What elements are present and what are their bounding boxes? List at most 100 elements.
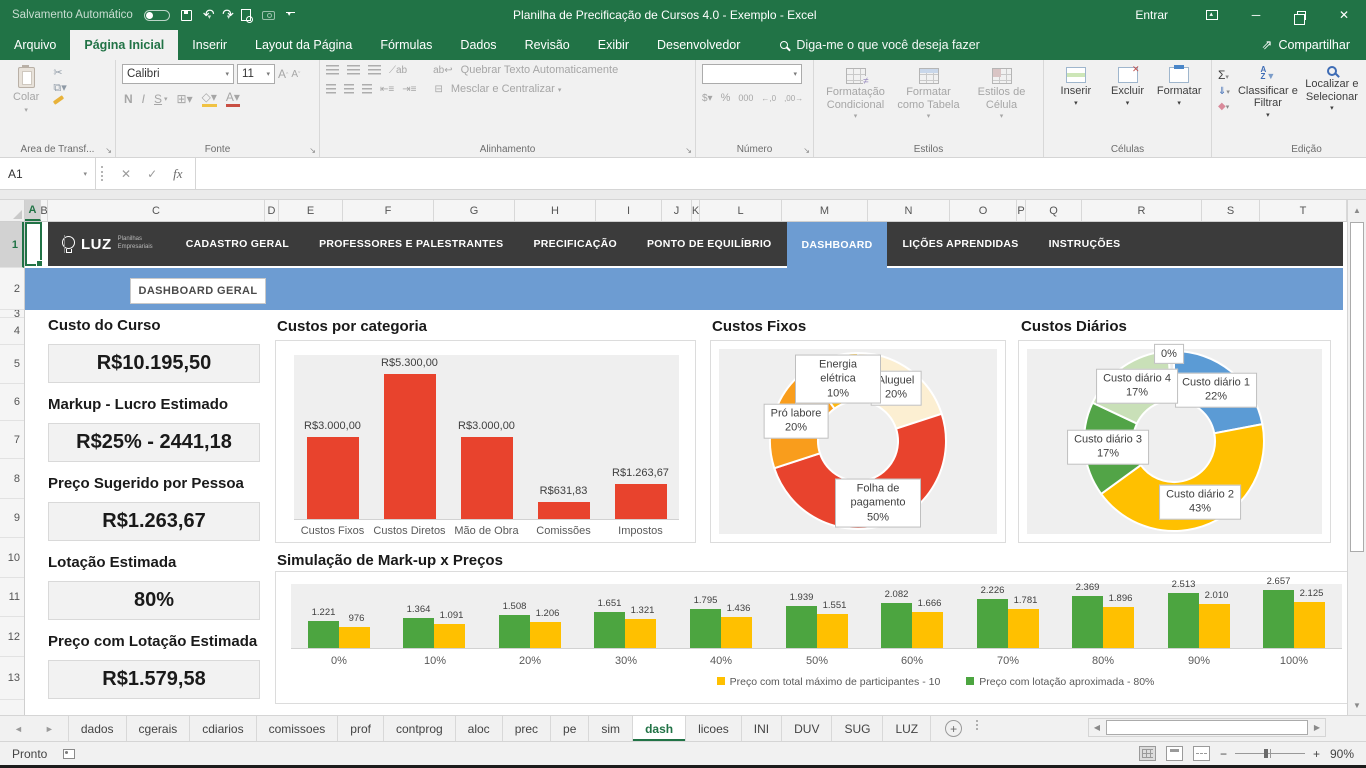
nav-item-ponto-de-equilibrio[interactable]: PONTO DE EQUILÍBRIO bbox=[632, 222, 787, 266]
underline-button[interactable]: S bbox=[154, 92, 162, 106]
bar-chart-custos-categoria[interactable]: R$3.000,00Custos FixosR$5.300,00Custos D… bbox=[275, 340, 696, 543]
wrap-text-button[interactable]: Quebrar Texto Automaticamente bbox=[461, 64, 619, 76]
fill-icon[interactable]: ⇓▾ bbox=[1218, 86, 1230, 97]
sign-in-button[interactable]: Entrar bbox=[1113, 8, 1190, 22]
column-header-o[interactable]: O bbox=[950, 200, 1017, 221]
row-header-11[interactable]: 11 bbox=[0, 578, 24, 617]
column-header-g[interactable]: G bbox=[434, 200, 515, 221]
kpi-value-custo-do-curso[interactable]: R$10.195,50 bbox=[48, 344, 260, 383]
cut-icon[interactable]: ✂ bbox=[53, 68, 66, 79]
row-header-8[interactable]: 8 bbox=[0, 459, 24, 499]
scroll-right-icon[interactable]: ▶ bbox=[1309, 723, 1325, 732]
column-header-b[interactable]: B bbox=[41, 200, 48, 221]
autosave-toggle[interactable] bbox=[144, 10, 170, 21]
kpi-value-preco-sugerido-por-pessoa[interactable]: R$1.263,67 bbox=[48, 502, 260, 541]
row-header-7[interactable]: 7 bbox=[0, 421, 24, 459]
active-cell-a1[interactable] bbox=[25, 222, 42, 266]
row-header-10[interactable]: 10 bbox=[0, 538, 24, 578]
horizontal-scrollbar[interactable]: ◀ ▶ bbox=[1088, 718, 1326, 737]
nav-item-instrucoes[interactable]: INSTRUÇÕES bbox=[1034, 222, 1136, 266]
accounting-format-icon[interactable]: $▾ bbox=[702, 93, 713, 104]
kpi-value-lotacao-estimada[interactable]: 80% bbox=[48, 581, 260, 620]
grow-font-icon[interactable]: Aˆ bbox=[278, 67, 288, 81]
kpi-value-preco-com-lotacao-estimada[interactable]: R$1.579,58 bbox=[48, 660, 260, 699]
sheet-tab-comissoes[interactable]: comissoes bbox=[257, 716, 339, 741]
find-select-button[interactable]: Localizar e Selecionar▾ bbox=[1300, 64, 1364, 141]
vertical-scrollbar[interactable]: ▲ ▼ bbox=[1347, 200, 1366, 715]
autosum-icon[interactable]: Σ▾ bbox=[1218, 68, 1230, 82]
cancel-entry-icon[interactable]: ✕ bbox=[121, 167, 131, 181]
align-center-icon[interactable] bbox=[344, 84, 354, 94]
alignment-dialog-launcher[interactable]: ↘ bbox=[685, 146, 692, 155]
ribbon-tab-inserir[interactable]: Inserir bbox=[178, 30, 241, 60]
insert-cells-button[interactable]: Inserir▾ bbox=[1050, 64, 1102, 141]
column-header-d[interactable]: D bbox=[265, 200, 279, 221]
row-header-1[interactable]: 1 bbox=[0, 222, 24, 268]
name-box[interactable]: A1▾ bbox=[0, 158, 96, 189]
clipboard-dialog-launcher[interactable]: ↘ bbox=[105, 146, 112, 155]
merge-center-button[interactable]: Mesclar e Centralizar ▾ bbox=[451, 83, 562, 95]
page-layout-view-button[interactable] bbox=[1166, 746, 1183, 761]
ribbon-tab-exibir[interactable]: Exibir bbox=[584, 30, 643, 60]
insert-function-icon[interactable]: fx bbox=[173, 166, 182, 182]
sheet-tab-dados[interactable]: dados bbox=[68, 716, 127, 741]
ribbon-tab-revisao[interactable]: Revisão bbox=[511, 30, 584, 60]
row-header-6[interactable]: 6 bbox=[0, 384, 24, 421]
add-sheet-button[interactable]: + bbox=[945, 720, 962, 737]
column-header-f[interactable]: F bbox=[343, 200, 434, 221]
vertical-scroll-thumb[interactable] bbox=[1350, 222, 1364, 552]
sheet-tab-pe[interactable]: pe bbox=[551, 716, 589, 741]
restore-button[interactable] bbox=[1278, 0, 1322, 30]
select-all-corner[interactable] bbox=[0, 200, 25, 221]
scroll-up-icon[interactable]: ▲ bbox=[1350, 202, 1364, 218]
column-header-c[interactable]: C bbox=[48, 200, 265, 221]
copy-icon[interactable]: ⧉▾ bbox=[53, 83, 66, 94]
sheet-tab-sug[interactable]: SUG bbox=[832, 716, 883, 741]
row-header-13[interactable]: 13 bbox=[0, 657, 24, 700]
sheet-tab-contprog[interactable]: contprog bbox=[384, 716, 456, 741]
column-header-j[interactable]: J bbox=[662, 200, 692, 221]
align-bottom-icon[interactable] bbox=[368, 65, 381, 75]
formula-input[interactable] bbox=[196, 158, 1366, 189]
paste-button[interactable]: Colar▾ bbox=[6, 64, 46, 117]
ribbon-tab-formulas[interactable]: Fórmulas bbox=[366, 30, 446, 60]
row-header-9[interactable]: 9 bbox=[0, 499, 24, 538]
ribbon-tab-arquivo[interactable]: Arquivo bbox=[0, 30, 70, 60]
page-break-view-button[interactable] bbox=[1193, 746, 1210, 761]
kpi-value-markup-lucro-estimado[interactable]: R$25% - 2441,18 bbox=[48, 423, 260, 462]
row-header-4[interactable]: 4 bbox=[0, 318, 24, 345]
clear-icon[interactable]: ◆▾ bbox=[1218, 101, 1230, 112]
column-header-n[interactable]: N bbox=[868, 200, 950, 221]
column-header-r[interactable]: R bbox=[1082, 200, 1202, 221]
sheet-tab-sim[interactable]: sim bbox=[589, 716, 633, 741]
align-top-icon[interactable] bbox=[326, 65, 339, 75]
row-header-12[interactable]: 12 bbox=[0, 617, 24, 657]
normal-view-button[interactable] bbox=[1139, 746, 1156, 761]
column-header-s[interactable]: S bbox=[1202, 200, 1260, 221]
ribbon-tab-layout-da-pagina[interactable]: Layout da Página bbox=[241, 30, 366, 60]
camera-icon[interactable] bbox=[262, 11, 275, 20]
confirm-entry-icon[interactable]: ✓ bbox=[147, 167, 157, 181]
font-dialog-launcher[interactable]: ↘ bbox=[309, 146, 316, 155]
nav-item-precificacao[interactable]: PRECIFICAÇÃO bbox=[518, 222, 632, 266]
increase-decimal-icon[interactable]: ←,0 bbox=[761, 94, 776, 103]
column-header-q[interactable]: Q bbox=[1026, 200, 1082, 221]
format-painter-icon[interactable] bbox=[53, 95, 64, 105]
donut-chart-custos-diarios[interactable]: Custo diário 122%Custo diário 243%Custo … bbox=[1018, 340, 1331, 543]
column-header-k[interactable]: K bbox=[692, 200, 700, 221]
ribbon-tab-pagina-inicial[interactable]: Página Inicial bbox=[70, 30, 178, 60]
minimize-button[interactable]: ─ bbox=[1234, 0, 1278, 30]
increase-indent-icon[interactable]: ⇥≡ bbox=[402, 84, 416, 95]
ribbon-tab-dados[interactable]: Dados bbox=[446, 30, 510, 60]
sheet-canvas[interactable]: LUZ PlanilhasEmpresariais CADASTRO GERAL… bbox=[25, 222, 1347, 715]
zoom-level[interactable]: 90% bbox=[1330, 747, 1354, 761]
percent-style-icon[interactable]: % bbox=[721, 92, 731, 104]
fill-color-icon[interactable]: ◇▾ bbox=[202, 90, 217, 107]
column-header-a[interactable]: A bbox=[25, 200, 41, 221]
scroll-left-icon[interactable]: ◀ bbox=[1089, 723, 1105, 732]
ribbon-tab-desenvolvedor[interactable]: Desenvolvedor bbox=[643, 30, 754, 60]
bold-button[interactable]: N bbox=[124, 92, 133, 106]
format-cells-button[interactable]: Formatar▾ bbox=[1153, 64, 1205, 141]
column-header-e[interactable]: E bbox=[279, 200, 343, 221]
column-header-p[interactable]: P bbox=[1017, 200, 1026, 221]
